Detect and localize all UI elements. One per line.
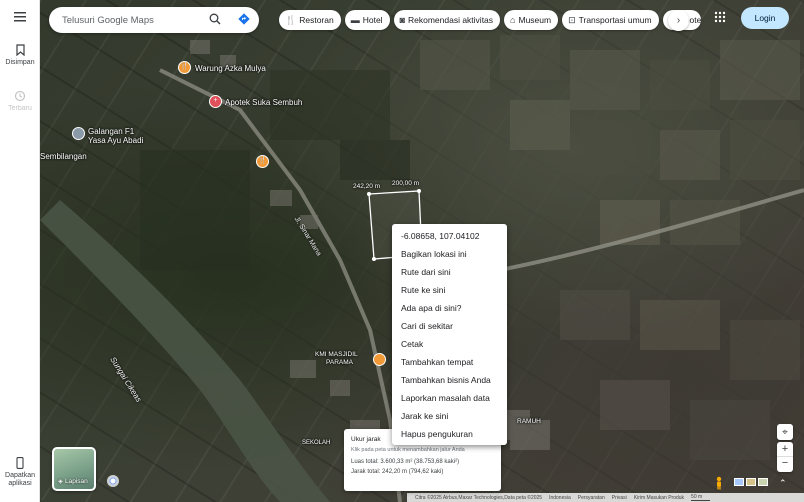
crosshair-icon: ⌖ — [782, 427, 788, 438]
imagery-thumbnails[interactable] — [734, 478, 768, 486]
privacy-link[interactable]: Privasi — [612, 495, 627, 501]
terrain-view-thumb[interactable] — [746, 478, 756, 486]
menu-item-search-nearby[interactable]: Cari di sekitar — [392, 317, 507, 335]
menu-item-coordinates[interactable]: -6.08658, 107.04102 — [392, 227, 507, 245]
menu-item-report-data[interactable]: Laporkan masalah data — [392, 389, 507, 407]
search-icon[interactable] — [209, 13, 221, 25]
side-rail: Disimpan Terbaru Dapatkan aplikasi — [0, 0, 40, 502]
menu-item-share[interactable]: Bagikan lokasi ini — [392, 245, 507, 263]
fork-knife-icon: 🍴 — [285, 14, 297, 25]
my-location-button[interactable]: ⌖ — [777, 424, 793, 440]
saved-button[interactable]: Disimpan — [0, 44, 40, 66]
imagery-credit: Citra ©2025 Airbus,Maxar Technologies,Da… — [415, 494, 543, 501]
directions-icon[interactable] — [237, 12, 251, 26]
measure-vertex[interactable] — [372, 257, 376, 261]
measure-edge-label: 242,20 m — [353, 183, 381, 190]
phone-icon — [16, 457, 24, 469]
get-app-label: Dapatkan aplikasi — [5, 472, 35, 487]
terms-link[interactable]: Persyaratan — [578, 495, 605, 501]
map-view-thumb[interactable] — [734, 478, 744, 486]
zoom-in-button[interactable]: + — [777, 442, 793, 457]
museum-icon: ⌂ — [510, 15, 516, 25]
measure-distance: Jarak total: 242,20 m (794,62 kaki) — [351, 469, 444, 475]
chip-restaurant[interactable]: 🍴 Restoran — [279, 10, 341, 30]
map-footer: Citra ©2025 Airbus,Maxar Technologies,Da… — [407, 493, 804, 502]
recent-label: Terbaru — [8, 105, 32, 112]
menu-item-measure-distance[interactable]: Jarak ke sini — [392, 407, 507, 425]
zoom-out-button[interactable]: − — [777, 457, 793, 472]
category-chips: 🍴 Restoran ▬ Hotel ◙ Rekomendasi aktivitas … — [279, 10, 701, 31]
search-box[interactable] — [49, 7, 259, 33]
chips-next-button[interactable]: › — [668, 10, 689, 31]
get-app-button[interactable]: Dapatkan aplikasi — [0, 457, 40, 488]
saved-label: Disimpan — [5, 59, 35, 66]
menu-item-clear-measurement[interactable]: Hapus pengukuran — [392, 425, 507, 443]
measure-vertex[interactable] — [367, 192, 371, 196]
hamburger-icon — [14, 12, 26, 22]
bed-icon: ▬ — [350, 15, 360, 25]
scale-bar[interactable]: 50 m — [691, 494, 711, 501]
chevron-right-icon: › — [676, 15, 681, 26]
menu-item-whats-here[interactable]: Ada apa di sini? — [392, 299, 507, 317]
recent-button[interactable]: Terbaru — [0, 90, 40, 112]
menu-button[interactable] — [0, 12, 40, 22]
measure-area: Luas total: 3.600,33 m² (38.753,68 kaki²… — [351, 459, 460, 465]
feedback-link[interactable]: Kirim Masukan Produk — [634, 495, 684, 501]
history-icon — [14, 90, 26, 102]
apps-grid-icon[interactable] — [714, 11, 726, 23]
measure-edge-label: 200,00 m — [392, 180, 420, 187]
train-icon: ⊡ — [568, 14, 576, 25]
layers-label: Lapisan — [65, 477, 88, 485]
layers-icon: ◈ — [58, 478, 63, 485]
menu-item-add-business[interactable]: Tambahkan bisnis Anda — [392, 371, 507, 389]
my-location-dot-icon[interactable] — [106, 474, 120, 488]
expand-icon[interactable]: ⌃ — [779, 478, 787, 489]
search-input[interactable] — [62, 14, 202, 26]
menu-item-directions-to[interactable]: Rute ke sini — [392, 281, 507, 299]
menu-item-directions-from[interactable]: Rute dari sini — [392, 263, 507, 281]
zoom-controls: + − — [777, 442, 793, 472]
region-link[interactable]: Indonesia — [549, 495, 571, 501]
traffic-view-thumb[interactable] — [758, 478, 768, 486]
layers-button[interactable]: ◈ Lapisan — [52, 447, 96, 491]
menu-item-add-place[interactable]: Tambahkan tempat — [392, 353, 507, 371]
pegman-icon[interactable] — [714, 476, 724, 490]
measure-hint: Klik pada peta untuk menambahkan jalur A… — [351, 447, 465, 453]
measure-vertex[interactable] — [417, 189, 421, 193]
chip-transit[interactable]: ⊡ Transportasi umum — [562, 10, 659, 30]
chip-museum[interactable]: ⌂ Museum — [504, 10, 559, 30]
menu-item-print[interactable]: Cetak — [392, 335, 507, 353]
chip-hotel[interactable]: ▬ Hotel — [344, 10, 390, 30]
context-menu: -6.08658, 107.04102 Bagikan lokasi ini R… — [392, 224, 507, 445]
chip-activities[interactable]: ◙ Rekomendasi aktivitas — [393, 10, 501, 30]
bookmark-icon — [15, 44, 25, 56]
camera-icon: ◙ — [399, 15, 405, 25]
login-button[interactable]: Login — [741, 7, 789, 29]
